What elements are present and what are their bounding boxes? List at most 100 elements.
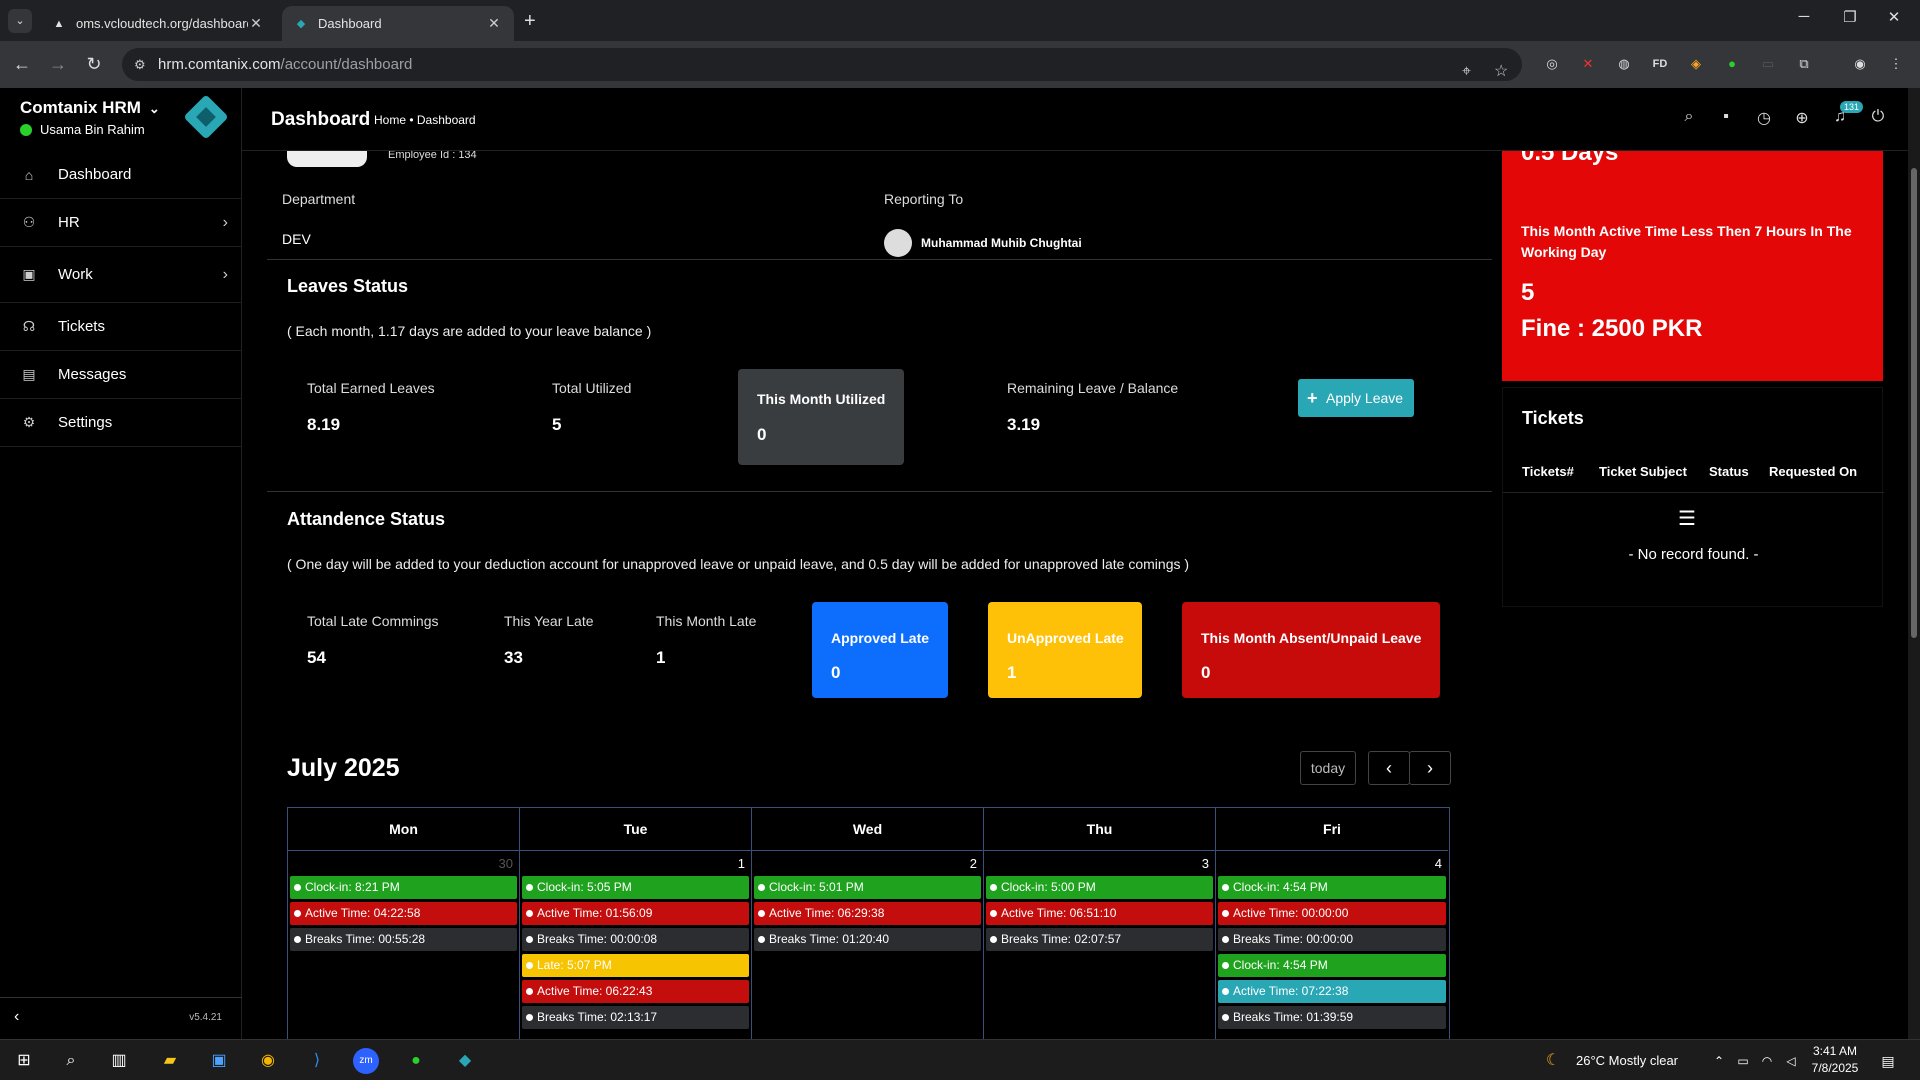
- notification-center-icon[interactable]: ▤: [1875, 1048, 1901, 1074]
- calendar-event[interactable]: Clock-in: 5:01 PM: [754, 876, 981, 899]
- calendar-grid: Mon 30 Clock-in: 8:21 PM Active Time: 04…: [287, 807, 1450, 1039]
- calendar-event[interactable]: Clock-in: 4:54 PM: [1218, 954, 1446, 977]
- sidebar-item-settings[interactable]: ⚙ Settings: [0, 399, 242, 447]
- calendar-next-button[interactable]: ›: [1409, 751, 1451, 785]
- sidebar-item-tickets[interactable]: ☊ Tickets: [0, 303, 242, 351]
- browser-tab-dashboard[interactable]: ◆ Dashboard ✕: [282, 6, 514, 41]
- calendar-event[interactable]: Active Time: 00:00:00: [1218, 902, 1446, 925]
- tab-close-icon[interactable]: ✕: [248, 15, 264, 32]
- calendar-event[interactable]: Active Time: 06:29:38: [754, 902, 981, 925]
- file-explorer-icon[interactable]: ▰: [157, 1048, 183, 1074]
- breadcrumb[interactable]: Home • Dashboard: [374, 113, 476, 127]
- volume-icon[interactable]: ◁: [1778, 1048, 1804, 1074]
- calendar-event[interactable]: Clock-in: 5:05 PM: [522, 876, 749, 899]
- extension-fd-icon[interactable]: FD: [1650, 54, 1670, 74]
- calendar-event[interactable]: Breaks Time: 00:00:00: [1218, 928, 1446, 951]
- taskbar-search-icon[interactable]: ⌕: [58, 1048, 84, 1074]
- apply-leave-button[interactable]: + Apply Leave: [1298, 379, 1414, 417]
- collapse-sidebar-icon[interactable]: ‹: [14, 1008, 19, 1026]
- clock-icon[interactable]: ◷: [1753, 108, 1775, 128]
- day-number[interactable]: 30: [288, 851, 519, 876]
- wifi-icon[interactable]: ◠: [1754, 1048, 1780, 1074]
- calendar-event[interactable]: Breaks Time: 01:20:40: [754, 928, 981, 951]
- power-icon[interactable]: ⏻: [1867, 108, 1889, 126]
- day-number[interactable]: 1: [520, 851, 751, 876]
- extension-green-icon[interactable]: ●: [1722, 54, 1742, 74]
- sidebar-item-messages[interactable]: ▤ Messages: [0, 351, 242, 399]
- page-scrollbar[interactable]: [1908, 88, 1920, 1039]
- forward-icon[interactable]: →: [47, 54, 69, 75]
- extension-globe-icon[interactable]: ◍: [1614, 54, 1634, 74]
- reporting-to-value: Muhammad Muhib Chughtai: [921, 236, 1082, 250]
- extension-glasses-icon[interactable]: ◎: [1542, 54, 1562, 74]
- brand-switcher[interactable]: Comtanix HRM ⌄: [20, 98, 160, 118]
- chrome-icon[interactable]: ◉: [255, 1048, 281, 1074]
- calendar-event[interactable]: Breaks Time: 00:55:28: [290, 928, 517, 951]
- day-number[interactable]: 4: [1216, 851, 1448, 876]
- sidebar-item-hr[interactable]: ⚇ HR ›: [0, 199, 242, 247]
- sidebar-item-work[interactable]: ▣ Work ›: [0, 247, 242, 303]
- calendar-event[interactable]: Clock-in: 5:00 PM: [986, 876, 1213, 899]
- store-icon[interactable]: ▣: [206, 1048, 232, 1074]
- today-button[interactable]: today: [1300, 751, 1356, 785]
- calendar-event[interactable]: Breaks Time: 01:39:59: [1218, 1006, 1446, 1029]
- calendar-event[interactable]: Breaks Time: 02:07:57: [986, 928, 1213, 951]
- calendar-event[interactable]: Active Time: 07:22:38: [1218, 980, 1446, 1003]
- extension-gray-icon[interactable]: ▭: [1758, 54, 1778, 74]
- total-utilized-label: Total Utilized: [552, 380, 632, 396]
- calendar-event[interactable]: Active Time: 06:51:10: [986, 902, 1213, 925]
- tab-close-icon[interactable]: ✕: [486, 15, 502, 32]
- browser-menu-icon[interactable]: ⋮: [1886, 54, 1906, 74]
- search-icon[interactable]: ⌕: [1678, 108, 1700, 126]
- battery-icon[interactable]: ▭: [1730, 1048, 1756, 1074]
- close-window-icon[interactable]: ✕: [1874, 8, 1914, 26]
- calendar-event[interactable]: Active Time: 01:56:09: [522, 902, 749, 925]
- extensions-puzzle-icon[interactable]: ⧉: [1794, 54, 1814, 74]
- windows-start-icon[interactable]: ⊞: [11, 1048, 37, 1074]
- vscode-icon[interactable]: ⟩: [304, 1048, 330, 1074]
- tab-list-button[interactable]: ⌄: [8, 9, 32, 33]
- extension-x-icon[interactable]: ✕: [1578, 54, 1598, 74]
- weather-icon[interactable]: ☾: [1540, 1048, 1566, 1074]
- location-icon[interactable]: ⌖: [1462, 55, 1471, 88]
- sidebar-item-dashboard[interactable]: ⌂ Dashboard: [0, 151, 242, 199]
- app-green-icon[interactable]: ●: [403, 1048, 429, 1074]
- zoom-icon[interactable]: zm: [353, 1048, 379, 1074]
- new-tab-icon[interactable]: +: [524, 10, 536, 33]
- day-number[interactable]: 2: [752, 851, 983, 876]
- hrm-app-icon[interactable]: ◆: [452, 1048, 478, 1074]
- calendar-event[interactable]: Active Time: 06:22:43: [522, 980, 749, 1003]
- divider: [267, 491, 1492, 492]
- calendar-event[interactable]: Late: 5:07 PM: [522, 954, 749, 977]
- calendar-event[interactable]: Active Time: 04:22:58: [290, 902, 517, 925]
- calendar-event[interactable]: Clock-in: 8:21 PM: [290, 876, 517, 899]
- clock-date[interactable]: 7/8/2025: [1808, 1061, 1862, 1075]
- extension-badge-icon[interactable]: ◈: [1686, 54, 1706, 74]
- day-number[interactable]: 3: [984, 851, 1215, 876]
- back-icon[interactable]: ←: [11, 54, 33, 75]
- unapproved-late-box: UnApproved Late 1: [988, 602, 1142, 698]
- calendar-prev-button[interactable]: ‹: [1368, 751, 1410, 785]
- calendar-event[interactable]: Clock-in: 4:54 PM: [1218, 876, 1446, 899]
- manager-avatar: [884, 229, 912, 257]
- calendar-event[interactable]: Breaks Time: 00:00:08: [522, 928, 749, 951]
- url-input[interactable]: ⚙ hrm.comtanix.com/account/dashboard ⌖ ☆: [122, 48, 1522, 81]
- weekday-header: Mon: [288, 808, 519, 851]
- browser-tab-oms[interactable]: ▲ oms.vcloudtech.org/dashboard ✕: [40, 6, 276, 41]
- approved-late-box: Approved Late 0: [812, 602, 948, 698]
- weather-text[interactable]: 26°C Mostly clear: [1576, 1053, 1678, 1068]
- minimize-icon[interactable]: ─: [1784, 8, 1824, 25]
- main-content: Employee Id : 134 Department DEV Reporti…: [242, 151, 1908, 1039]
- bookmark-star-icon[interactable]: ☆: [1494, 55, 1508, 88]
- notes-icon[interactable]: ▪: [1715, 108, 1737, 126]
- calendar-event[interactable]: Breaks Time: 02:13:17: [522, 1006, 749, 1029]
- site-info-icon[interactable]: ⚙: [134, 48, 146, 81]
- scrollbar-thumb[interactable]: [1911, 168, 1917, 638]
- clock-time[interactable]: 3:41 AM: [1810, 1044, 1860, 1058]
- reload-icon[interactable]: ↻: [83, 54, 105, 75]
- add-circle-icon[interactable]: ⊕: [1791, 108, 1813, 128]
- task-view-icon[interactable]: ▥: [106, 1048, 132, 1074]
- profile-avatar-icon[interactable]: ◉: [1850, 54, 1870, 74]
- restore-icon[interactable]: ❐: [1830, 8, 1870, 26]
- tray-chevron-icon[interactable]: ⌃: [1706, 1048, 1732, 1074]
